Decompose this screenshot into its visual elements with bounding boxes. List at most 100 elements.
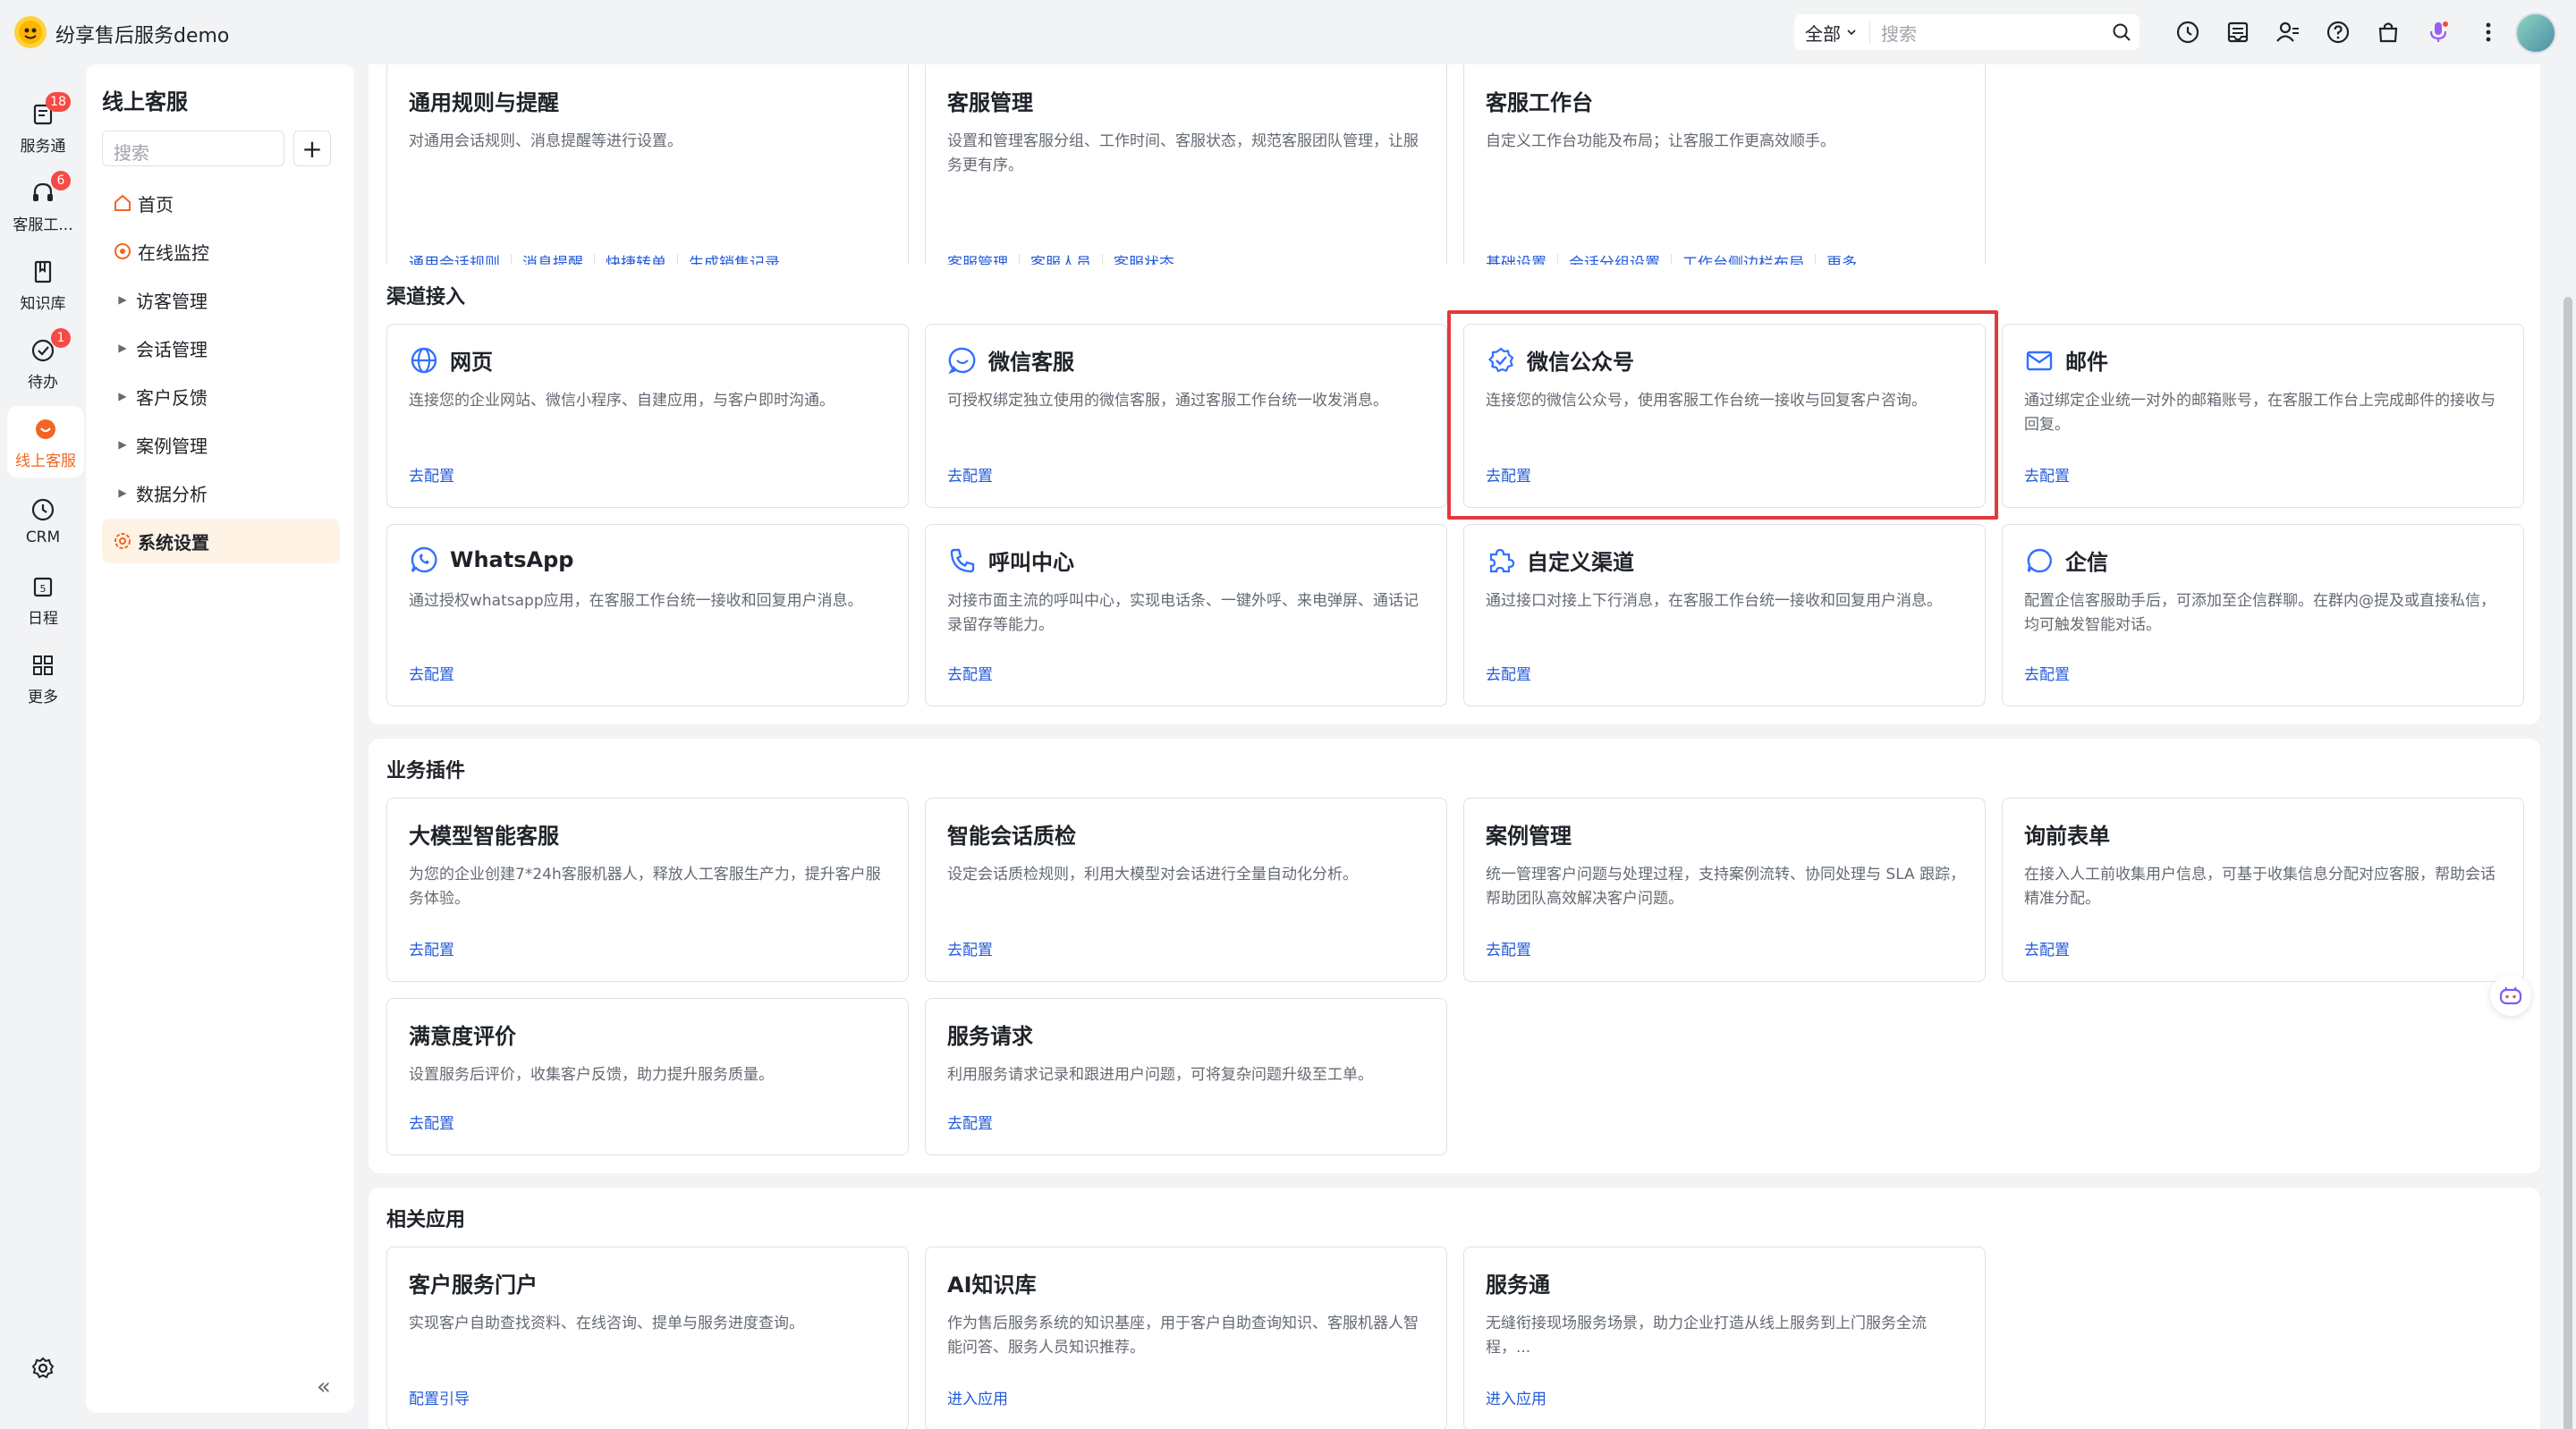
ai-assistant-icon[interactable] [2490, 975, 2531, 1016]
configure-link[interactable]: 去配置 [1486, 662, 1531, 684]
open-link[interactable]: 进入应用 [1486, 1386, 1546, 1408]
sidebar-item-cases[interactable]: ▶ 案例管理 [102, 422, 340, 467]
configure-link[interactable]: 去配置 [947, 937, 993, 960]
card-description: 可授权绑定独立使用的微信客服，通过客服工作台统一收发消息。 [947, 392, 1388, 410]
main-scrollbar[interactable] [2560, 64, 2576, 1429]
configure-link[interactable]: 去配置 [409, 937, 454, 960]
sidebar-item-home[interactable]: 首页 [102, 181, 340, 225]
shopping-bag-icon[interactable] [2372, 16, 2404, 48]
inbox-icon[interactable] [2222, 16, 2254, 48]
channel-card-email[interactable]: 邮件 通过绑定企业统一对外的邮箱账号，在客服工作台上完成邮件的接收与回复。 去配… [2002, 324, 2524, 508]
settings-gear-icon[interactable] [27, 1352, 59, 1384]
scrollbar-thumb[interactable] [2563, 297, 2572, 1429]
card-description: 作为售后服务系统的知识基座，用于客户自助查询知识、客服机器人智能问答、服务人员知… [947, 1315, 1419, 1357]
card-title: 案例管理 [1486, 824, 1572, 849]
settings-card: 客服工作台 自定义工作台功能及布局；让客服工作更高效顺手。 基础设置 会话分组设… [1463, 64, 1986, 295]
plugin-card[interactable]: 案例管理 统一管理客户问题与处理过程，支持案例流转、协同处理与 SLA 跟踪，帮… [1463, 798, 1986, 982]
rail-label: 待办 [28, 373, 58, 392]
rail-item-todo[interactable]: 1 待办 [0, 327, 86, 399]
rail-item-agent-desk[interactable]: 6 客服工... [0, 170, 86, 241]
channel-card-qixin[interactable]: 企信 配置企信客服助手后，可添加至企信群聊。在群内@提及或直接私信，均可触发智能… [2002, 524, 2524, 706]
home-icon [111, 191, 134, 215]
contacts-icon[interactable] [2272, 16, 2304, 48]
plugin-card[interactable]: 满意度评价 设置服务后评价，收集客户反馈，助力提升服务质量。 去配置 [386, 998, 909, 1155]
channel-card-wechat-service[interactable]: 微信客服 可授权绑定独立使用的微信客服，通过客服工作台统一收发消息。 去配置 [925, 324, 1447, 508]
rail-item-online-service[interactable]: 线上客服 [7, 406, 84, 478]
add-button[interactable]: + [293, 131, 331, 166]
history-icon[interactable] [2172, 16, 2204, 48]
channel-card-call-center[interactable]: 呼叫中心 对接市面主流的呼叫中心，实现电话条、一键外呼、来电弹屏、通话记录留存等… [925, 524, 1447, 706]
card-title: 微信公众号 [1527, 350, 1634, 375]
search-icon[interactable] [2104, 22, 2140, 42]
configure-link[interactable]: 去配置 [409, 1111, 454, 1133]
sidebar-item-monitor[interactable]: 在线监控 [102, 229, 340, 274]
badge-agent-desk: 6 [51, 170, 71, 190]
configure-link[interactable]: 去配置 [409, 662, 454, 684]
related-app-card[interactable]: 服务通 无缝衔接现场服务场景，助力企业打造从线上服务到上门服务全流程，... 进… [1463, 1247, 1986, 1429]
configure-link[interactable]: 去配置 [2024, 937, 2070, 960]
collapse-sidebar-icon[interactable]: « [317, 1374, 331, 1400]
card-description: 对通用会话规则、消息提醒等进行设置。 [409, 132, 682, 150]
global-search[interactable]: 全部 搜索 [1794, 14, 2140, 50]
configure-link[interactable]: 去配置 [409, 463, 454, 486]
phone-icon [947, 545, 978, 576]
card-title: 邮件 [2065, 350, 2108, 375]
app-logo-icon[interactable] [14, 16, 47, 48]
configure-link[interactable]: 去配置 [947, 1111, 993, 1133]
sidebar-item-feedback[interactable]: ▶ 客户反馈 [102, 374, 340, 419]
rail-item-calendar[interactable]: 5 日程 [0, 563, 86, 635]
card-description: 实现客户自助查找资料、在线咨询、提单与服务进度查询。 [409, 1315, 804, 1332]
configure-link[interactable]: 去配置 [947, 463, 993, 486]
sidebar-item-settings[interactable]: 系统设置 [102, 519, 340, 563]
sidebar-item-label: 系统设置 [138, 531, 209, 554]
related-apps-section: 相关应用 客户服务门户 实现客户自助查找资料、在线咨询、提单与服务进度查询。 配… [369, 1188, 2540, 1429]
sidebar-item-analytics[interactable]: ▶ 数据分析 [102, 470, 340, 515]
card-title: 客服工作台 [1486, 90, 1593, 115]
configure-link[interactable]: 去配置 [2024, 463, 2070, 486]
plugin-card[interactable]: 大模型智能客服 为您的企业创建7*24h客服机器人，释放人工客服生产力，提升客户… [386, 798, 909, 982]
headset-icon: 6 [28, 170, 71, 208]
configure-link[interactable]: 去配置 [1486, 463, 1531, 486]
channel-card-web[interactable]: 网页 连接您的企业网站、微信小程序、自建应用，与客户即时沟通。 去配置 [386, 324, 909, 508]
sidebar-item-label: 案例管理 [136, 435, 208, 457]
user-avatar[interactable] [2515, 13, 2556, 54]
related-app-card[interactable]: AI知识库 作为售后服务系统的知识基座，用于客户自助查询知识、客服机器人智能问答… [925, 1247, 1447, 1429]
configure-link[interactable]: 去配置 [2024, 662, 2070, 684]
more-vertical-icon[interactable] [2472, 16, 2504, 48]
channel-card-whatsapp[interactable]: WhatsApp 通过授权whatsapp应用，在客服工作台统一接收和回复用户消… [386, 524, 909, 706]
related-app-card[interactable]: 客户服务门户 实现客户自助查找资料、在线咨询、提单与服务进度查询。 配置引导 [386, 1247, 909, 1429]
caret-right-icon: ▶ [118, 390, 127, 402]
sidebar-search-input[interactable]: 搜索 [102, 131, 284, 166]
card-description: 设置和管理客服分组、工作时间、客服状态，规范客服团队管理，让服务更有序。 [947, 132, 1419, 174]
badge-todo: 1 [51, 327, 71, 348]
card-title: 询前表单 [2024, 824, 2110, 849]
open-link[interactable]: 进入应用 [947, 1386, 1008, 1408]
rail-item-knowledge[interactable]: 知识库 [0, 249, 86, 320]
configure-link[interactable]: 去配置 [947, 662, 993, 684]
rail-item-more[interactable]: 更多 [0, 642, 86, 714]
card-description: 在接入人工前收集用户信息，可基于收集信息分配对应客服，帮助会话精准分配。 [2024, 866, 2496, 908]
top-bar: 纷享售后服务demo 全部 搜索 [0, 0, 2576, 64]
calendar-icon: 5 [28, 571, 58, 602]
caret-right-icon: ▶ [118, 293, 127, 306]
sidebar-item-visitors[interactable]: ▶ 访客管理 [102, 277, 340, 322]
rail-label: CRM [25, 528, 61, 546]
rail-item-service[interactable]: 18 服务通 [0, 91, 86, 163]
sidebar-item-label: 在线监控 [138, 241, 209, 264]
channel-card-custom[interactable]: 自定义渠道 通过接口对接上下行消息，在客服工作台统一接收和回复用户消息。 去配置 [1463, 524, 1986, 706]
open-link[interactable]: 配置引导 [409, 1386, 470, 1408]
plugin-card[interactable]: 询前表单 在接入人工前收集用户信息，可基于收集信息分配对应客服，帮助会话精准分配… [2002, 798, 2524, 982]
configure-link[interactable]: 去配置 [1486, 937, 1531, 960]
plugin-card[interactable]: 智能会话质检 设定会话质检规则，利用大模型对会话进行全量自动化分析。 去配置 [925, 798, 1447, 982]
card-description: 设定会话质检规则，利用大模型对会话进行全量自动化分析。 [947, 866, 1358, 884]
help-icon[interactable] [2322, 16, 2354, 48]
wechat-service-icon [947, 345, 978, 376]
monitor-icon [111, 240, 134, 263]
search-input[interactable]: 搜索 [1870, 20, 2104, 46]
microphone-icon[interactable] [2422, 16, 2454, 48]
plugin-card[interactable]: 服务请求 利用服务请求记录和跟进用户问题，可将复杂问题升级至工单。 去配置 [925, 998, 1447, 1155]
sidebar-item-sessions[interactable]: ▶ 会话管理 [102, 326, 340, 370]
channel-card-wechat-official[interactable]: 微信公众号 连接您的微信公众号，使用客服工作台统一接收与回复客户咨询。 去配置 [1463, 324, 1986, 508]
rail-item-crm[interactable]: CRM [0, 485, 86, 556]
search-scope-select[interactable]: 全部 [1794, 21, 1870, 45]
